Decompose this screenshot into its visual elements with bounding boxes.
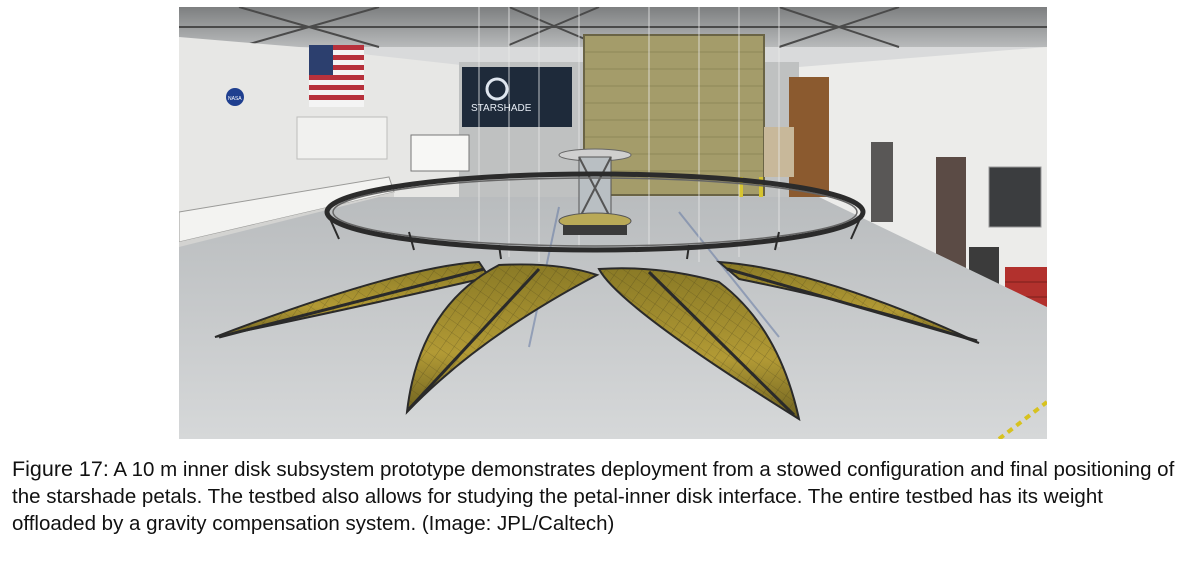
- us-flag: [309, 45, 364, 107]
- nasa-logo: NASA: [226, 88, 244, 106]
- upper-cabinets: [296, 116, 388, 160]
- caption-text: A 10 m inner disk subsystem prototype de…: [12, 458, 1175, 535]
- starshade-banner-text: STARSHADE: [471, 103, 532, 114]
- right-window: [988, 166, 1042, 228]
- svg-text:NASA: NASA: [228, 96, 242, 102]
- figure-caption: Figure 17: A 10 m inner disk subsystem p…: [12, 456, 1192, 537]
- starshade-testbed-photo: STARSHADE NASA: [179, 7, 1047, 439]
- figure-label: Figure 17:: [12, 457, 109, 481]
- whiteboard: [410, 134, 470, 172]
